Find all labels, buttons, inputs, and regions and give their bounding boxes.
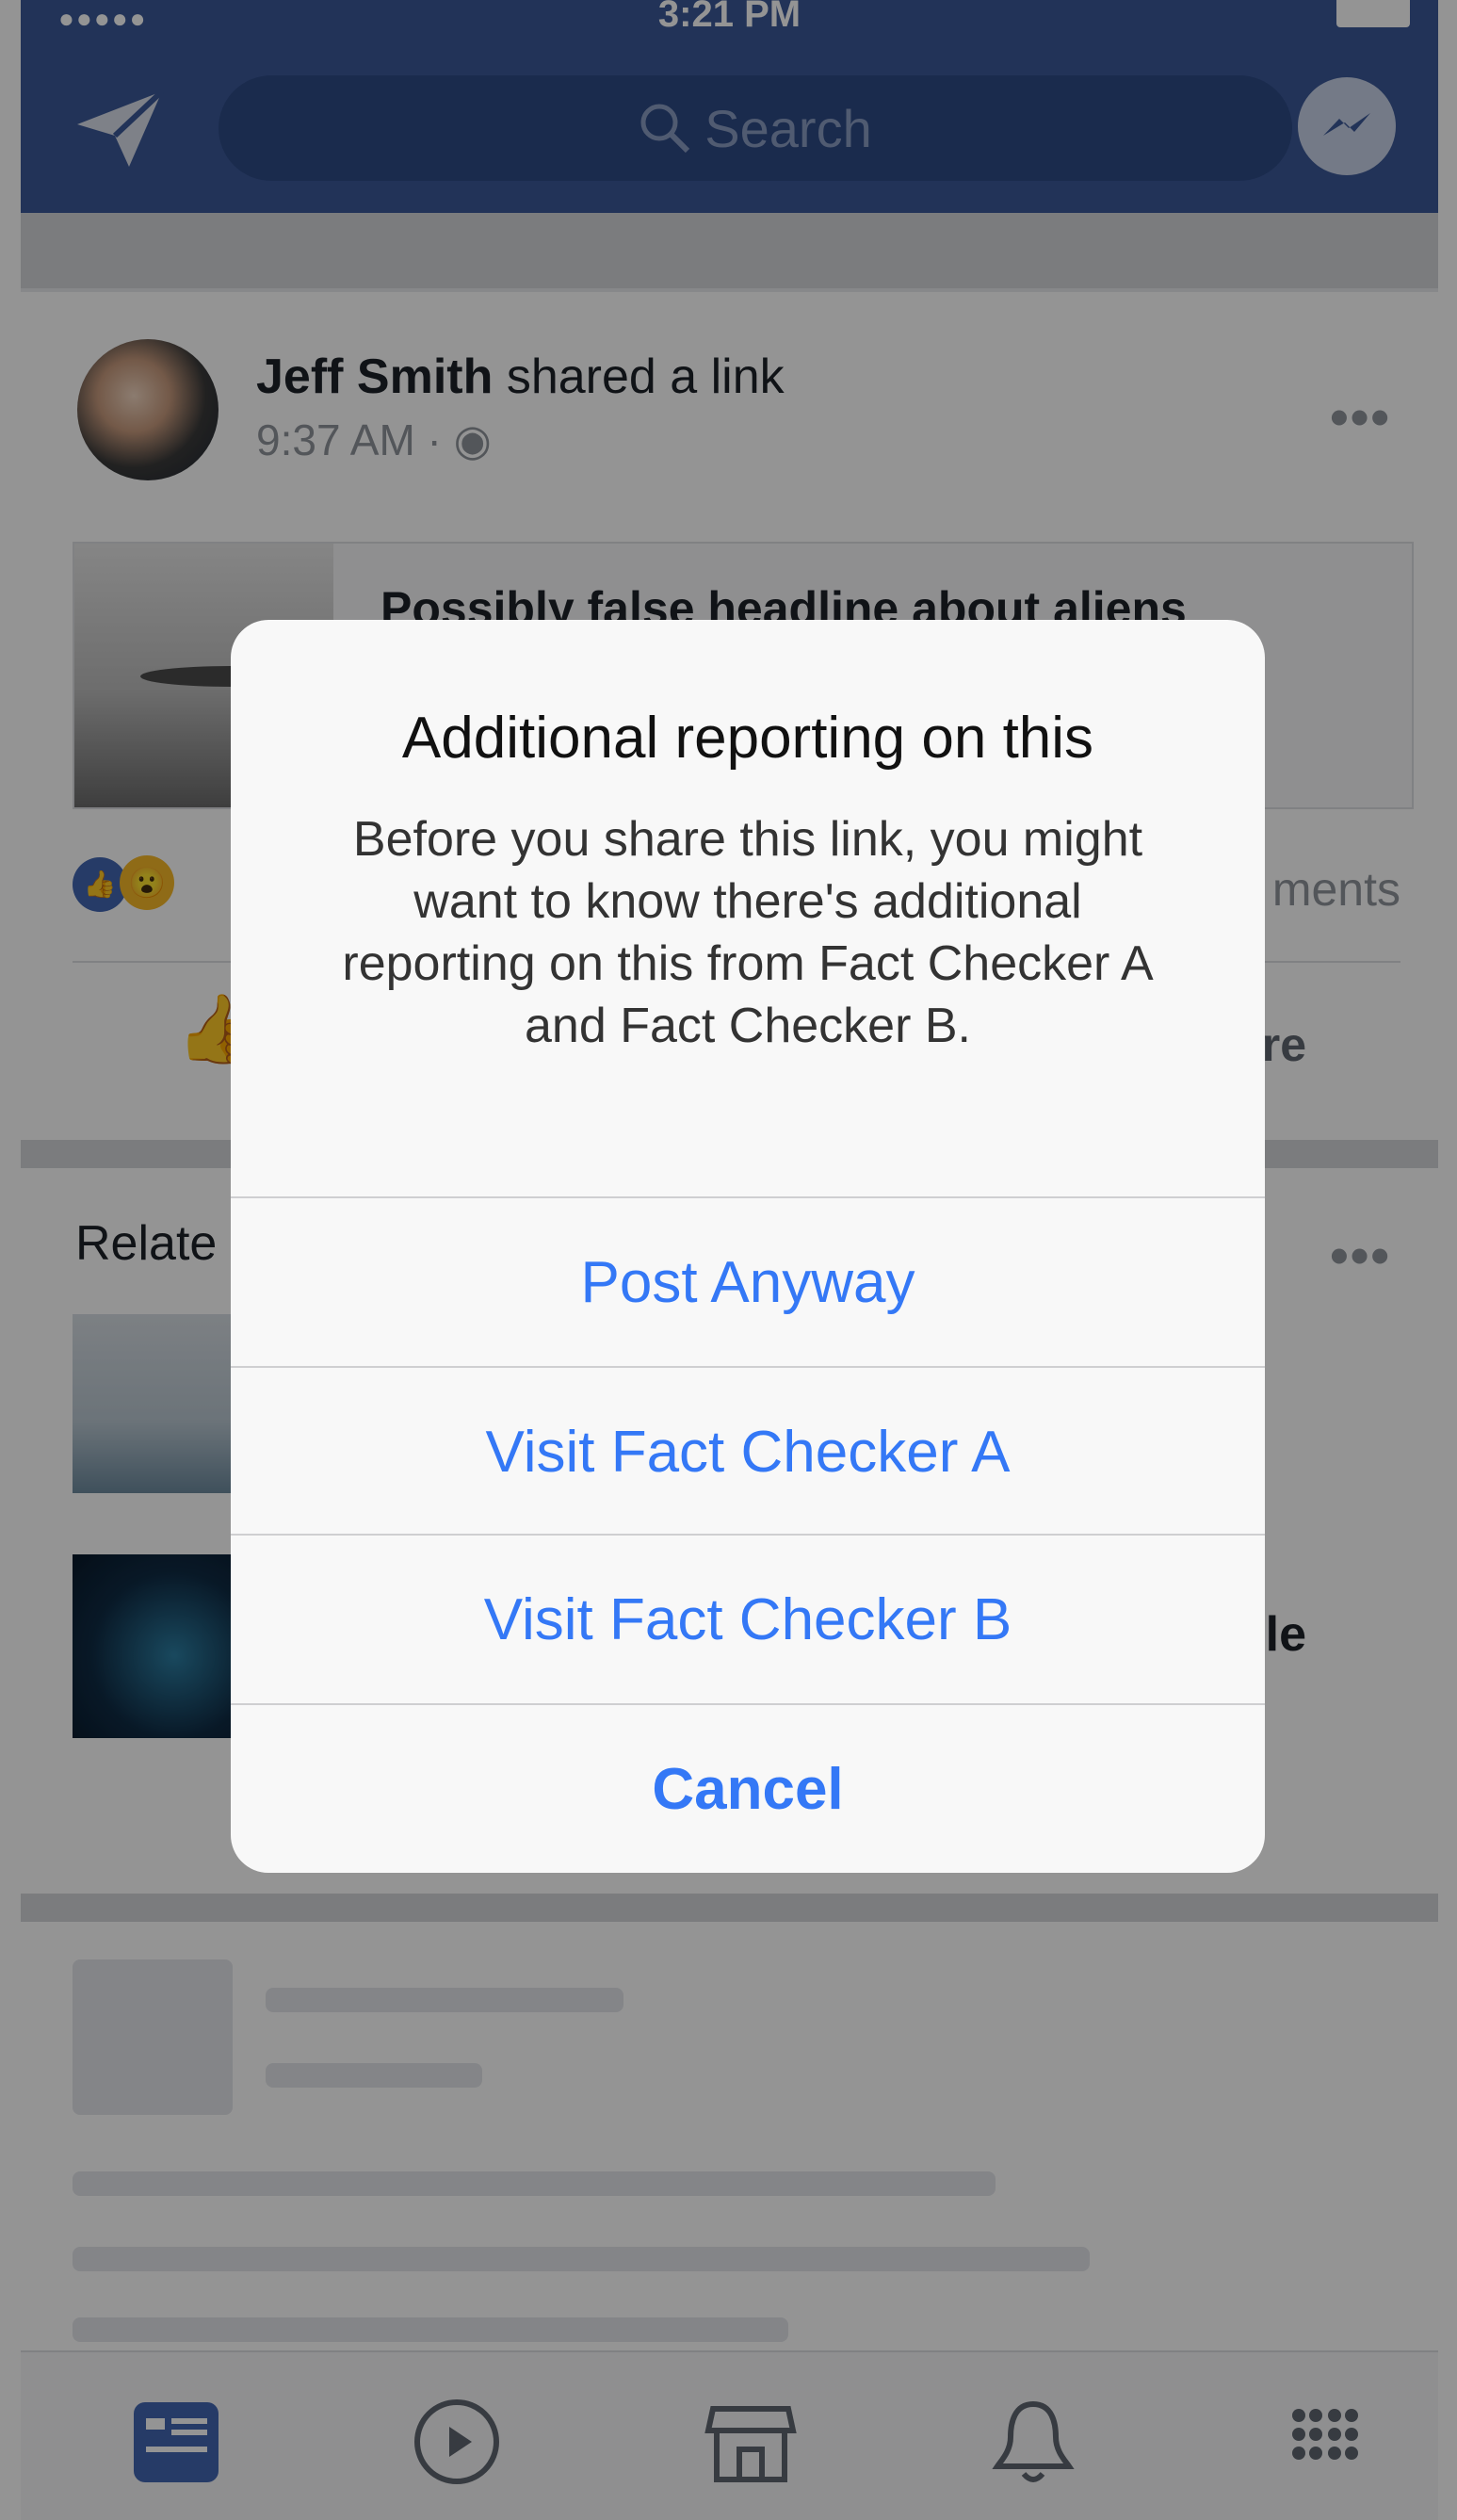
- visit-fact-checker-b-button[interactable]: Visit Fact Checker B: [231, 1536, 1265, 1703]
- post-anyway-button[interactable]: Post Anyway: [231, 1198, 1265, 1366]
- dialog-title: Additional reporting on this: [401, 706, 1094, 771]
- dialog-message: Before you share this link, you might wa…: [342, 812, 1154, 1053]
- fact-check-dialog: Additional reporting on this Before you …: [231, 620, 1265, 1873]
- cancel-button[interactable]: Cancel: [231, 1705, 1265, 1873]
- visit-fact-checker-a-button[interactable]: Visit Fact Checker A: [231, 1368, 1265, 1536]
